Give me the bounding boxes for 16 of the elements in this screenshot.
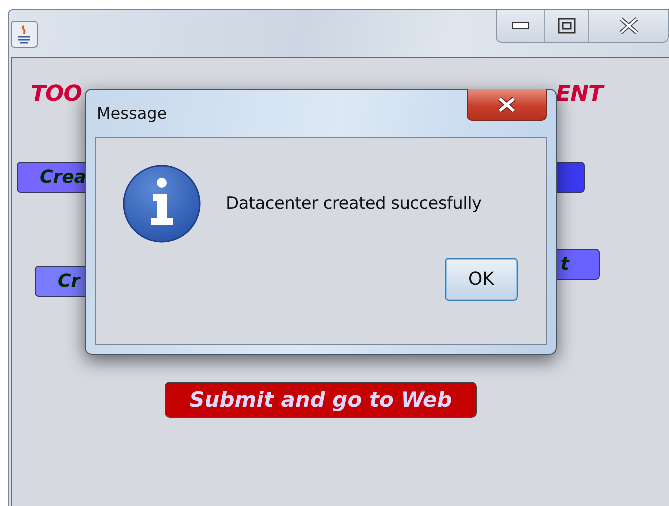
heading-text: ENT (556, 82, 603, 107)
minimize-icon (512, 22, 530, 30)
info-icon (122, 164, 202, 244)
close-icon (496, 96, 518, 112)
maximize-button[interactable] (544, 10, 588, 42)
submit-button[interactable]: Submit and go to Web (165, 382, 477, 418)
maximize-icon (558, 18, 576, 34)
dialog-title: Message (97, 104, 168, 123)
ok-button[interactable]: OK (445, 258, 518, 301)
java-cup-icon (11, 21, 38, 48)
close-button[interactable] (467, 89, 547, 121)
heading-text: TOO (31, 82, 82, 107)
minimize-button[interactable] (497, 10, 544, 42)
close-icon (618, 17, 640, 35)
message-text: Datacenter created succesfully (226, 194, 483, 214)
close-button[interactable] (588, 10, 668, 42)
